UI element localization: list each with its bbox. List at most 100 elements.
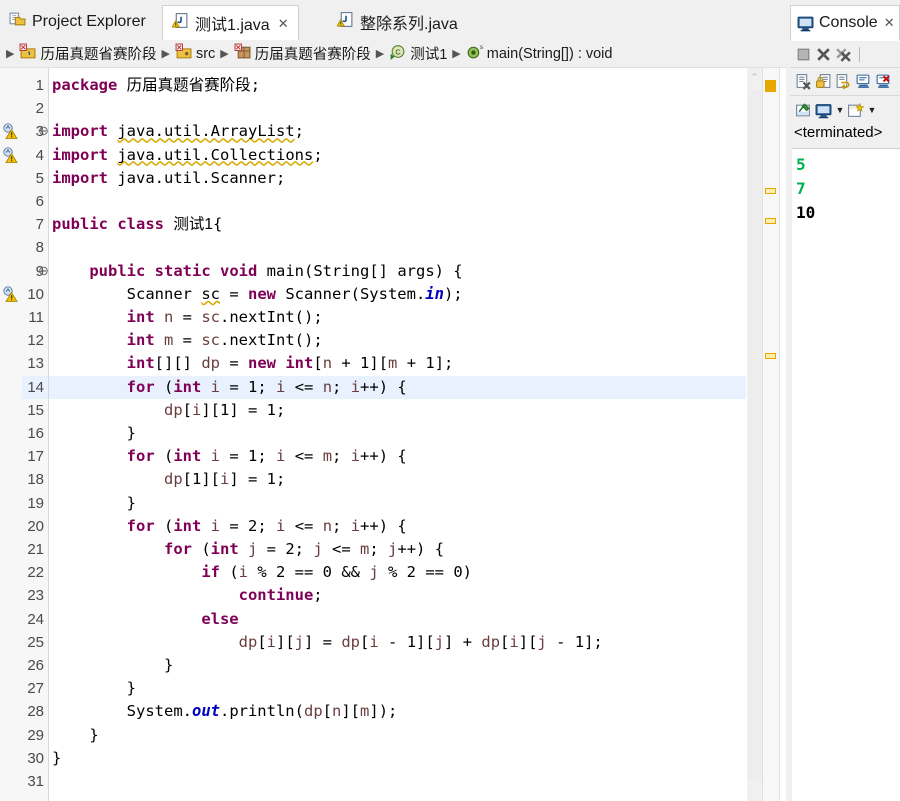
console-toolbar-row-3: ▼ ▼ <box>790 96 900 124</box>
line-number: 29 <box>27 726 44 744</box>
tab-project-explorer[interactable]: Project Explorer <box>0 5 155 39</box>
line-number: 26 <box>27 657 44 674</box>
line-number: 11 <box>28 309 44 326</box>
scroll-up-arrow-icon[interactable]: ⌃ <box>747 68 762 88</box>
line-number: 15 <box>27 401 44 419</box>
line-number: 5 <box>35 169 44 187</box>
line-number: 20 <box>27 517 44 535</box>
method-static-icon: s <box>466 43 483 64</box>
word-wrap-button[interactable] <box>835 73 852 90</box>
line-number: 18 <box>27 471 44 489</box>
display-selected-console-button[interactable] <box>815 102 832 119</box>
code-line: public class 测试1{ <box>52 215 223 234</box>
line-number: 19 <box>27 494 44 512</box>
java-file-warning-icon <box>171 12 189 34</box>
tab-console[interactable]: Console ✕ <box>790 5 900 41</box>
svg-text:C: C <box>396 48 402 57</box>
code-line: for (int i = 2; i <= n; i++) { <box>126 516 407 535</box>
console-toolbar-row-1 <box>790 42 900 68</box>
code-line: package 历届真题省赛阶段; <box>52 76 261 94</box>
tab-label: 测试1.java <box>195 17 270 34</box>
chevron-down-icon[interactable]: ▼ <box>835 102 845 119</box>
breadcrumb-separator: ▶ <box>375 48 385 60</box>
annotation-ruler[interactable] <box>0 68 23 801</box>
code-line: } <box>52 748 62 767</box>
overview-ruler[interactable] <box>762 68 780 801</box>
chevron-down-icon-2[interactable]: ▼ <box>867 102 877 119</box>
line-number: 24 <box>27 610 44 628</box>
overview-marker-0[interactable] <box>765 80 776 92</box>
scroll-lock-button[interactable] <box>815 73 832 90</box>
fold-toggle-icon[interactable]: ⊖ <box>38 124 49 137</box>
code-line: System.out.println(dp[n][m]); <box>52 702 398 721</box>
breadcrumb-item-label: 历届真题省赛阶段 <box>40 47 157 63</box>
code-editor[interactable]: 1 2 3 4 5 6 7 8 9 10 11 12 13 14 15 16 17 18 19 20 21 22 23 24 2… <box>0 68 786 801</box>
line-number: 6 <box>35 193 44 210</box>
code-line: int[][] dp = new int[n + 1][m + 1]; <box>126 354 454 373</box>
breadcrumb[interactable]: ▶ 历届真题省赛阶段 ▶ src ▶ 历届真题省赛阶段 ▶ C 测试1 ▶ s main(Strin… <box>0 40 786 68</box>
close-icon[interactable]: ✕ <box>884 15 895 31</box>
remove-launch-button[interactable] <box>815 46 832 63</box>
console-line: 7 <box>796 179 806 198</box>
warning-gutter-icon[interactable] <box>2 286 18 302</box>
breadcrumb-item-label: main(String[]) : void <box>486 45 613 62</box>
code-line: for (int i = 1; i <= m; i++) { <box>126 447 407 466</box>
svg-text:s: s <box>480 44 483 51</box>
code-line: import java.util.ArrayList; <box>52 122 304 141</box>
close-icon[interactable]: ✕ <box>278 17 289 30</box>
java-file-warning-icon <box>336 11 354 33</box>
clear-console-button[interactable] <box>795 73 812 90</box>
code-line: } <box>52 679 136 698</box>
console-output[interactable]: 5 7 10 <box>792 148 900 801</box>
line-number: 7 <box>35 216 44 234</box>
show-console-on-error-button[interactable] <box>875 73 892 90</box>
open-console-button[interactable] <box>847 102 865 119</box>
breadcrumb-separator: ▶ <box>452 48 461 60</box>
show-console-on-output-button[interactable] <box>855 73 872 90</box>
breadcrumb-item-0[interactable]: 历届真题省赛阶段 <box>19 43 156 64</box>
breadcrumb-item-4[interactable]: s main(String[]) : void <box>466 43 613 64</box>
overview-marker-1[interactable] <box>765 188 776 194</box>
warning-gutter-icon[interactable] <box>2 146 18 163</box>
console-status-label: <terminated> <box>794 124 883 141</box>
editor-tab-bar: Project Explorer 测试1.java ✕ 整除系列.java <box>0 0 786 41</box>
breadcrumb-expand-arrow[interactable]: ▶ <box>6 47 14 60</box>
warning-gutter-icon[interactable] <box>2 123 18 140</box>
line-number: 28 <box>27 703 44 721</box>
line-number: 25 <box>27 633 44 651</box>
fold-toggle-icon[interactable]: ⊖ <box>38 264 49 277</box>
line-number: 17 <box>27 448 44 466</box>
breadcrumb-item-3[interactable]: C 测试1 <box>389 43 447 64</box>
line-number: 4 <box>35 146 44 164</box>
line-number: 22 <box>27 564 44 582</box>
code-line: } <box>52 493 136 512</box>
tab-file-2[interactable]: 整除系列.java <box>328 5 467 39</box>
code-line: for (int j = 2; j <= m; j++) { <box>163 540 445 558</box>
breadcrumb-item-2[interactable]: 历届真题省赛阶段 <box>234 43 371 64</box>
breadcrumb-item-1[interactable]: src <box>175 43 215 64</box>
overview-marker-3[interactable] <box>765 353 776 359</box>
line-number: 30 <box>27 749 44 767</box>
tab-file-1[interactable]: 测试1.java ✕ <box>162 5 299 41</box>
code-line: Scanner sc = new Scanner(System.in); <box>52 284 463 303</box>
code-text-area[interactable]: package 历届真题省赛阶段; import java.util.ArrayL… <box>49 68 746 801</box>
code-line: for (int i = 1; i <= n; i++) { <box>126 377 407 396</box>
line-number-ruler: 1 2 3 4 5 6 7 8 9 10 11 12 13 14 15 16 17 18 19 20 21 22 23 24 2… <box>22 68 49 801</box>
console-pane: Console ✕ ▼ ▼ <terminated> 5 7 10 <box>790 0 900 801</box>
editor-pane: Project Explorer 测试1.java ✕ 整除系列.java ▶ 历届真… <box>0 0 786 801</box>
overview-marker-2[interactable] <box>765 218 776 224</box>
code-line: dp[i][1] = 1; <box>163 400 286 419</box>
eclipse-window: Project Explorer 测试1.java ✕ 整除系列.java ▶ 历届真… <box>0 0 900 801</box>
editor-vertical-scrollbar[interactable]: ⌃ <box>747 68 762 801</box>
breadcrumb-item-label: src <box>195 45 216 62</box>
java-project-icon <box>19 43 36 64</box>
pin-console-button[interactable] <box>795 102 812 119</box>
line-number: 16 <box>27 425 44 442</box>
line-number: 8 <box>35 239 44 257</box>
package-icon <box>234 43 251 64</box>
line-number: 14 <box>27 378 44 396</box>
remove-all-terminated-button[interactable] <box>835 46 852 63</box>
console-toolbar-row-2 <box>790 68 900 96</box>
scrollbar-thumb[interactable] <box>748 90 761 780</box>
terminate-button[interactable] <box>795 46 812 63</box>
